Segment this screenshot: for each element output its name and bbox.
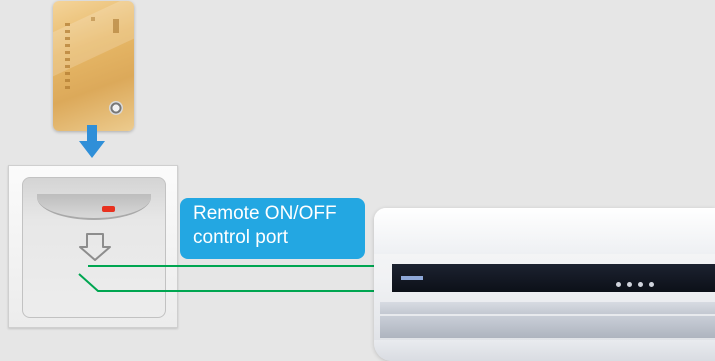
remote-control-port-label: Remote ON/OFF control port [180,198,365,259]
air-conditioner [374,208,715,361]
ac-top-cover [374,208,715,254]
ac-display-panel [392,264,715,292]
label-line-2: control port [193,227,289,248]
ac-indicator-lights [616,274,676,287]
ac-vent-louver [380,316,715,338]
ac-vent-upper [380,302,715,314]
wire-lower [78,273,376,292]
label-line-1: Remote ON/OFF [193,203,337,224]
ac-brand-mark [401,276,423,280]
ac-bottom-cover [374,340,715,361]
diagram: Remote ON/OFF control port [0,0,715,361]
